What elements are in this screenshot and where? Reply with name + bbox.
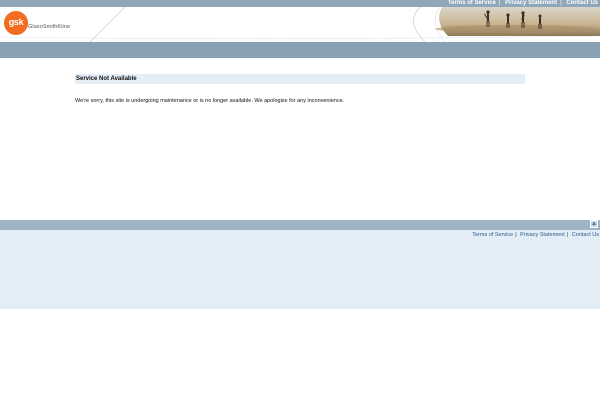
footer-terms-link[interactable]: Terms of Service (471, 232, 514, 238)
logo-wordmark: GlaxoSmithKline (28, 24, 71, 30)
footer-separator: | (515, 232, 517, 238)
footer-contact-link[interactable]: Contact Us (571, 232, 600, 238)
footer-privacy-link[interactable]: Privacy Statement (519, 232, 566, 238)
top-links: Terms of Service | Privacy Statement | Con… (446, 0, 600, 7)
main-content: Service Not Available We're sorry, this … (75, 74, 525, 105)
footer-links: Terms of Service | Privacy Statement | Con… (471, 231, 600, 239)
notice-title: Service Not Available (75, 74, 525, 84)
top-separator: | (498, 0, 501, 6)
footer-separator: | (566, 232, 569, 238)
up-arrow-icon[interactable]: ▲ (590, 220, 598, 228)
header-bar (0, 42, 600, 58)
top-contact-link[interactable]: Contact Us (564, 0, 600, 6)
footer-bar (0, 220, 600, 230)
footer-area (0, 230, 600, 309)
gsk-logo-mark: gsk (4, 11, 28, 35)
logo-mark-text: gsk (8, 17, 24, 27)
top-terms-link[interactable]: Terms of Service (446, 0, 498, 6)
top-separator: | (560, 0, 562, 6)
notice-message: We're sorry, this site is undergoing mai… (75, 98, 345, 104)
top-privacy-link[interactable]: Privacy Statement (503, 0, 559, 6)
banner-photo (435, 7, 600, 36)
gsk-logo[interactable]: gsk GlaxoSmithKline (4, 11, 124, 35)
